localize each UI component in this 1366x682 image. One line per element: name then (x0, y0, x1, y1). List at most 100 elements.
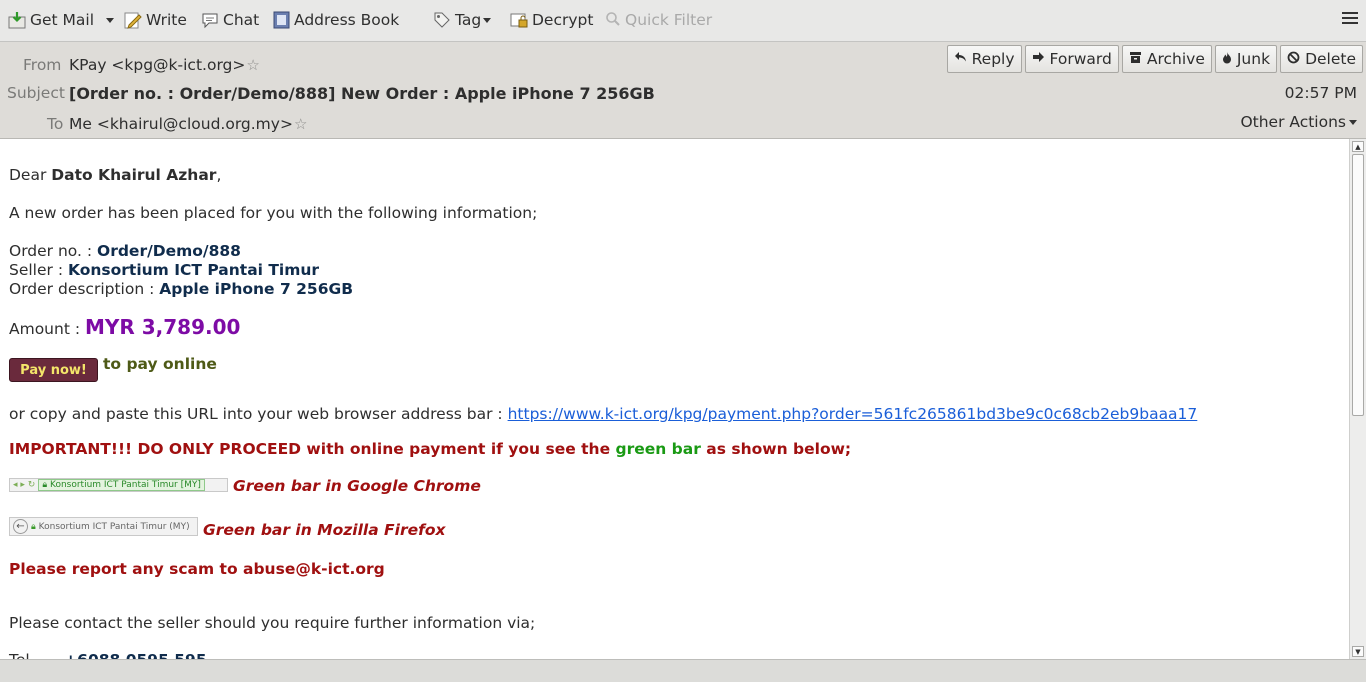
other-actions-button[interactable]: Other Actions (1240, 113, 1357, 131)
lock-icon: 🔒︎ (31, 521, 36, 532)
to-address[interactable]: Me <khairul@cloud.org.my> (69, 115, 293, 133)
address-book-label: Address Book (294, 11, 400, 29)
other-actions-label: Other Actions (1240, 113, 1346, 131)
write-label: Write (146, 11, 187, 29)
chat-label: Chat (223, 11, 260, 29)
reply-icon (954, 51, 967, 67)
reply-label: Reply (971, 50, 1015, 68)
delete-button[interactable]: Delete (1280, 45, 1363, 73)
search-icon (605, 11, 621, 29)
chrome-bar-text: Konsortium ICT Pantai Timur [MY] (49, 480, 201, 490)
lock-icon: 🔒︎ (42, 480, 48, 490)
copy-url-text: or copy and paste this URL into your web… (9, 405, 508, 423)
address-book-icon (272, 11, 290, 29)
amount-value: MYR 3,789.00 (85, 315, 241, 339)
order-no-value: Order/Demo/888 (97, 242, 241, 260)
get-mail-label: Get Mail (30, 11, 95, 29)
decrypt-label: Decrypt (532, 11, 594, 29)
from-label: From (23, 56, 62, 74)
star-icon[interactable]: ☆ (294, 115, 307, 133)
decrypt-icon (510, 11, 528, 29)
app-menu-icon[interactable] (1342, 12, 1358, 26)
junk-flame-icon (1222, 51, 1232, 68)
get-mail-button[interactable]: Get Mail (8, 8, 115, 32)
pay-now-button[interactable]: Pay now! (9, 358, 98, 382)
chrome-green-bar: 🔒︎ Konsortium ICT Pantai Timur [MY] (38, 479, 205, 491)
quick-filter-label: Quick Filter (625, 11, 713, 29)
forward-button[interactable]: Forward (1024, 45, 1119, 73)
vertical-scrollbar[interactable]: ▲ ▼ (1349, 139, 1366, 659)
seller-line: Seller : Konsortium ICT Pantai Timur (9, 261, 319, 279)
to-label: To (47, 115, 64, 133)
tel-value: +6088 0595 595 (64, 651, 206, 659)
important-notice: IMPORTANT!!! DO ONLY PROCEED with online… (9, 440, 851, 458)
junk-button[interactable]: Junk (1214, 45, 1278, 73)
intro-text: A new order has been placed for you with… (9, 204, 538, 222)
greeting-suffix: , (216, 166, 222, 184)
firefox-green-bar-image: ← 🔒︎ Konsortium ICT Pantai Timur (MY) (9, 517, 198, 536)
greeting: Dear Dato Khairul Azhar, (9, 166, 221, 184)
tag-icon (433, 11, 451, 29)
decrypt-button[interactable]: Decrypt (510, 8, 593, 32)
pencil-icon (124, 11, 142, 29)
delete-label: Delete (1305, 50, 1356, 68)
forward-label: Forward (1049, 50, 1112, 68)
scrollbar-thumb[interactable] (1352, 154, 1364, 416)
scroll-down-arrow-icon[interactable]: ▼ (1352, 646, 1364, 657)
amount-label: Amount : (9, 320, 85, 338)
order-no-label: Order no. : (9, 242, 98, 260)
forward-icon (1032, 51, 1045, 67)
important-green-text: green bar (615, 440, 701, 458)
get-mail-icon (8, 11, 26, 29)
reply-button[interactable]: Reply (946, 45, 1022, 73)
firefox-caption: Green bar in Mozilla Firefox (203, 521, 446, 539)
subject-label: Subject (7, 84, 65, 102)
contact-seller-text: Please contact the seller should you req… (9, 614, 536, 632)
to-value[interactable]: Me <khairul@cloud.org.my>☆ (69, 115, 307, 133)
archive-icon (1129, 51, 1142, 68)
junk-label: Junk (1236, 50, 1271, 68)
back-arrow-icon: ← (13, 519, 28, 534)
subject-value: [Order no. : Order/Demo/888] New Order :… (69, 84, 655, 103)
message-date: 02:57 PM (1284, 84, 1357, 102)
copy-url-line: or copy and paste this URL into your web… (9, 405, 1197, 423)
quick-filter-button[interactable]: Quick Filter (605, 8, 712, 32)
description-line: Order description : Apple iPhone 7 256GB (9, 280, 353, 298)
chevron-down-icon (483, 17, 492, 23)
tag-label: Tag (455, 11, 482, 29)
firefox-bar-text: Konsortium ICT Pantai Timur (MY) (38, 521, 190, 532)
recipient-name: Dato Khairul Azhar (51, 166, 217, 184)
message-actions: Reply Forward Archive Junk Delete (946, 45, 1363, 73)
from-address[interactable]: KPay <kpg@k-ict.org> (69, 56, 245, 74)
chrome-caption: Green bar in Google Chrome (233, 477, 481, 495)
from-value[interactable]: KPay <kpg@k-ict.org>☆ (69, 56, 260, 74)
important-prefix: IMPORTANT!!! DO ONLY PROCEED with online… (9, 440, 616, 458)
archive-label: Archive (1146, 50, 1205, 68)
greeting-prefix: Dear (9, 166, 52, 184)
write-button[interactable]: Write (124, 8, 187, 32)
status-bar (0, 659, 1366, 682)
tag-button[interactable]: Tag (433, 8, 492, 32)
payment-url-link[interactable]: https://www.k-ict.org/kpg/payment.php?or… (508, 405, 1198, 423)
description-value: Apple iPhone 7 256GB (159, 280, 354, 298)
main-toolbar: Get Mail Write Chat Address Book Tag Dec… (0, 0, 1366, 42)
important-suffix: as shown below; (700, 440, 852, 458)
tel-label: Tel (9, 651, 30, 659)
chevron-down-icon[interactable] (106, 17, 115, 23)
amount-line: Amount : MYR 3,789.00 (9, 315, 240, 339)
star-icon[interactable]: ☆ (246, 56, 259, 74)
chat-icon (201, 11, 219, 29)
message-body: Dear Dato Khairul Azhar, A new order has… (0, 139, 1349, 659)
seller-label: Seller : (9, 261, 68, 279)
address-book-button[interactable]: Address Book (272, 8, 399, 32)
order-no-line: Order no. : Order/Demo/888 (9, 242, 241, 260)
description-label: Order description : (9, 280, 160, 298)
chrome-green-bar-image: ◂ ▸ ↻ 🔒︎ Konsortium ICT Pantai Timur [MY… (9, 478, 228, 492)
chevron-down-icon (1349, 119, 1357, 125)
archive-button[interactable]: Archive (1121, 45, 1212, 73)
partial-contact-line: Tel +6088 0595 595 (9, 651, 207, 659)
scroll-up-arrow-icon[interactable]: ▲ (1352, 141, 1364, 152)
back-arrow-icon: ◂ ▸ ↻ (13, 480, 36, 490)
message-header: From KPay <kpg@k-ict.org>☆ Subject [Orde… (0, 42, 1366, 139)
chat-button[interactable]: Chat (201, 8, 259, 32)
